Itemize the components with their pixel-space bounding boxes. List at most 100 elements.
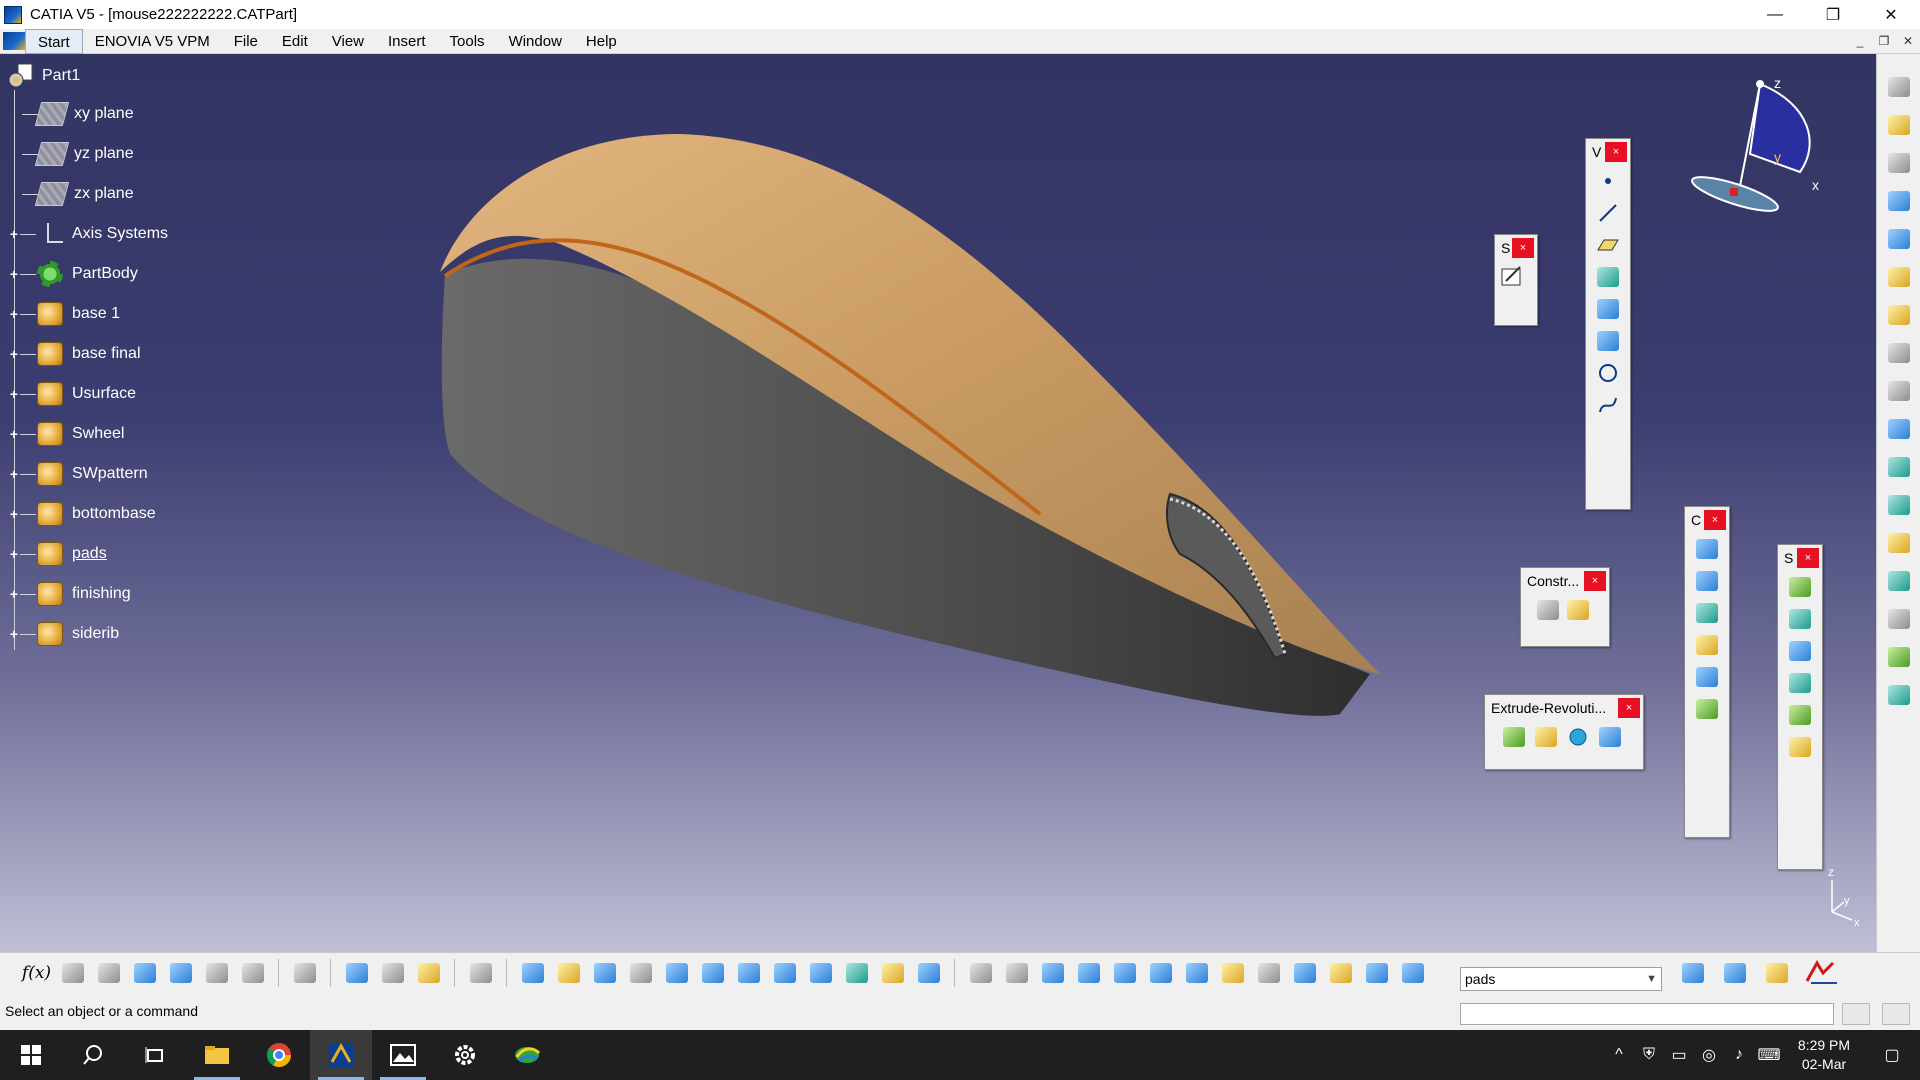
maximize-button[interactable]: ❐ — [1804, 0, 1862, 29]
sketcher-toolbar[interactable]: S × — [1494, 234, 1538, 326]
design-table-button[interactable] — [130, 958, 159, 988]
body-button[interactable] — [1884, 338, 1914, 368]
draft-analysis-button[interactable] — [1884, 452, 1914, 482]
globe-button[interactable] — [1002, 958, 1031, 988]
axis-button[interactable] — [1884, 186, 1914, 216]
sketch-button[interactable] — [1499, 263, 1525, 291]
current-object-select[interactable]: pads ▼ — [1460, 967, 1662, 991]
lock-button[interactable] — [94, 958, 123, 988]
expand-icon[interactable]: + — [8, 627, 20, 641]
tree-item-usurface[interactable]: + Usurface — [8, 378, 136, 410]
tree-item-swheel[interactable]: + Swheel — [8, 418, 124, 450]
measure-button[interactable] — [202, 958, 231, 988]
expand-icon[interactable]: + — [8, 227, 20, 241]
reference-button[interactable] — [1254, 958, 1283, 988]
tray-volume-icon[interactable]: ♪ — [1724, 1046, 1754, 1064]
revolve-button[interactable] — [1533, 723, 1559, 751]
expand-icon[interactable]: + — [8, 467, 20, 481]
command-option-button-2[interactable] — [1882, 1003, 1910, 1025]
tree-item-partbody[interactable]: + PartBody — [8, 258, 138, 290]
knowledge-button[interactable] — [1884, 642, 1914, 672]
expand-icon[interactable]: + — [8, 387, 20, 401]
tree-item-swpattern[interactable]: + SWpattern — [8, 458, 148, 490]
thickness-button[interactable] — [1787, 733, 1813, 761]
hand-button[interactable] — [1760, 958, 1794, 988]
expand-icon[interactable]: + — [8, 507, 20, 521]
blend-button[interactable] — [1787, 701, 1813, 729]
ordered-set-button[interactable] — [1884, 300, 1914, 330]
catia-menu-icon[interactable] — [3, 32, 25, 50]
analysis-button[interactable] — [1884, 414, 1914, 444]
toolbar-close-button[interactable]: × — [1797, 548, 1819, 568]
developed-button[interactable] — [1884, 566, 1914, 596]
catia-taskbar-button[interactable] — [310, 1030, 372, 1080]
expand-icon[interactable]: + — [8, 267, 20, 281]
menu-edit[interactable]: Edit — [270, 29, 320, 54]
inertia-button[interactable] — [238, 958, 267, 988]
constraint-defined-button[interactable] — [1565, 596, 1591, 624]
capture-button[interactable] — [466, 958, 495, 988]
close-button[interactable]: ✕ — [1862, 0, 1920, 29]
command-option-button[interactable] — [1842, 1003, 1870, 1025]
render-button[interactable] — [1884, 376, 1914, 406]
extrude-button[interactable] — [1501, 723, 1527, 751]
grid-button[interactable] — [1884, 224, 1914, 254]
menu-window[interactable]: Window — [497, 29, 574, 54]
tree-root[interactable]: Part1 — [6, 62, 80, 90]
photos-button[interactable] — [372, 1030, 434, 1080]
expand-icon[interactable]: + — [8, 307, 20, 321]
3d-viewport[interactable]: Part1 xy plane yz plane zx plane + Axis … — [0, 54, 1876, 952]
surfaces-toolbar[interactable]: S × — [1777, 544, 1823, 870]
tree-item-axis-systems[interactable]: + Axis Systems — [8, 218, 168, 250]
expand-icon[interactable]: + — [8, 347, 20, 361]
fill-button[interactable] — [1787, 637, 1813, 665]
define-in-work-object-button[interactable] — [1398, 958, 1427, 988]
plane-system-button[interactable] — [1146, 958, 1175, 988]
menu-start[interactable]: Start — [25, 28, 83, 54]
cylinder-button[interactable] — [1597, 723, 1623, 751]
fillet-button[interactable] — [1694, 631, 1720, 659]
snap-grid-button[interactable] — [1110, 958, 1139, 988]
parallel-curve-button[interactable] — [1595, 327, 1621, 355]
compass-widget[interactable]: z x y — [1660, 64, 1830, 244]
select-button[interactable] — [1884, 110, 1914, 140]
tray-network-icon[interactable]: ◎ — [1694, 1045, 1724, 1065]
minimize-button[interactable]: — — [1746, 0, 1804, 29]
curvature-button[interactable] — [1884, 490, 1914, 520]
intersection-button[interactable] — [1595, 295, 1621, 323]
offset-surface-button[interactable] — [1787, 573, 1813, 601]
spline-button[interactable] — [1595, 391, 1621, 419]
extrapolate-button[interactable] — [1694, 695, 1720, 723]
work-on-support-button[interactable] — [1074, 958, 1103, 988]
tray-chevron-up-icon[interactable]: ^ — [1604, 1046, 1634, 1064]
normal-view-button[interactable] — [734, 958, 763, 988]
start-button[interactable] — [0, 1030, 62, 1080]
tree-reorder-button[interactable] — [1290, 958, 1319, 988]
plane-button[interactable] — [1595, 231, 1621, 259]
analysis-tools-button[interactable] — [1718, 958, 1752, 988]
zoom-in-button[interactable] — [662, 958, 691, 988]
menu-insert[interactable]: Insert — [376, 29, 438, 54]
constraint-button[interactable] — [1535, 596, 1561, 624]
translate-button[interactable] — [1694, 663, 1720, 691]
wireframe-toolbar[interactable]: V × — [1585, 138, 1631, 510]
app-taskbar-button[interactable] — [496, 1030, 558, 1080]
sphere-button[interactable] — [1565, 723, 1591, 751]
zoom-out-button[interactable] — [698, 958, 727, 988]
tools-button[interactable] — [1884, 148, 1914, 178]
boundary-button[interactable] — [1694, 599, 1720, 627]
menu-view[interactable]: View — [320, 29, 376, 54]
constraints-toolbar[interactable]: Constr... × — [1520, 567, 1610, 647]
fly-mode-button[interactable] — [518, 958, 547, 988]
tree-item-finishing[interactable]: + finishing — [8, 578, 131, 610]
geometrical-set-button[interactable] — [1884, 262, 1914, 292]
multi-section-surface-button[interactable] — [1787, 669, 1813, 697]
bodies-button[interactable] — [1884, 680, 1914, 710]
join-button[interactable] — [1694, 535, 1720, 563]
toolbar-close-button[interactable]: × — [1618, 698, 1640, 718]
law-button[interactable] — [1884, 528, 1914, 558]
toolbar-close-button[interactable]: × — [1605, 142, 1627, 162]
sweep-button[interactable] — [1787, 605, 1813, 633]
tree-item-zx-plane[interactable]: zx plane — [8, 178, 134, 210]
line-button[interactable] — [1595, 199, 1621, 227]
